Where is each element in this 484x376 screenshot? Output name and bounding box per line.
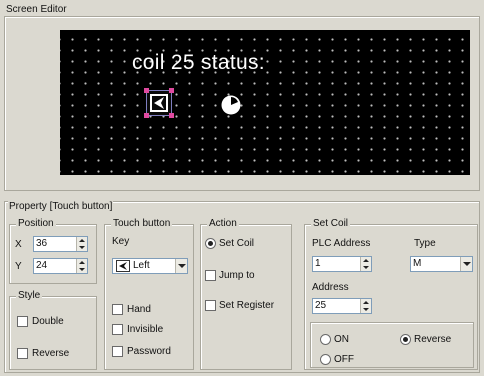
lamp-icon (221, 95, 241, 115)
set-coil-label: Set Coil (219, 238, 255, 249)
reverse-style-checkbox[interactable] (17, 348, 28, 359)
set-coil-legend: Set Coil (311, 218, 351, 230)
hand-label: Hand (127, 304, 151, 315)
hand-checkbox[interactable] (112, 304, 123, 315)
x-stepper[interactable]: 36 (33, 236, 88, 252)
left-arrow-icon (150, 94, 168, 112)
property-title: Property [Touch button] (8, 201, 114, 213)
key-dropdown-button[interactable] (175, 259, 187, 273)
screen-editor-title: Screen Editor (6, 4, 67, 15)
x-label: X (15, 239, 22, 250)
action-legend: Action (207, 218, 239, 230)
style-legend: Style (16, 290, 43, 302)
type-select[interactable]: M (410, 256, 473, 272)
address-value: 25 (315, 300, 327, 311)
position-group: Position (9, 218, 97, 284)
on-radio[interactable] (320, 334, 331, 345)
invisible-checkbox[interactable] (112, 324, 123, 335)
reverse-label: Reverse (414, 334, 452, 345)
lcd-text-item[interactable]: coil 25 status: (132, 50, 265, 76)
jump-to-checkbox[interactable] (205, 270, 216, 281)
y-label: Y (15, 261, 22, 272)
double-label: Double (32, 316, 64, 327)
address-spin-buttons[interactable] (360, 299, 371, 313)
key-label: Key (112, 236, 130, 247)
type-value: M (413, 258, 422, 269)
position-legend: Position (16, 218, 56, 230)
y-stepper[interactable]: 24 (33, 258, 88, 274)
touch-button-legend: Touch button (111, 218, 173, 230)
jump-to-label: Jump to (219, 270, 255, 281)
key-select[interactable]: Left (112, 258, 188, 274)
password-label: Password (127, 346, 171, 357)
y-value: 24 (36, 260, 48, 271)
x-spin-buttons[interactable] (76, 237, 87, 251)
left-arrow-key-icon (116, 260, 130, 272)
plc-address-value: 1 (315, 258, 321, 269)
x-value: 36 (36, 238, 48, 249)
reverse-radio[interactable] (400, 334, 411, 345)
y-spin-buttons[interactable] (76, 259, 87, 273)
address-label: Address (312, 282, 349, 293)
double-checkbox[interactable] (17, 316, 28, 327)
invisible-label: Invisible (127, 324, 164, 335)
touch-button-widget[interactable] (144, 88, 174, 118)
off-label: OFF (334, 354, 354, 365)
lamp-indicator-widget[interactable] (220, 94, 242, 116)
off-radio[interactable] (320, 354, 331, 365)
key-value: Left (133, 260, 150, 271)
resize-handle-tr[interactable] (169, 88, 174, 93)
set-register-checkbox[interactable] (205, 300, 216, 311)
type-label: Type (414, 238, 436, 249)
type-dropdown-button[interactable] (460, 257, 472, 271)
on-label: ON (334, 334, 349, 345)
reverse-style-label: Reverse (32, 348, 70, 359)
set-coil-radio[interactable] (205, 238, 216, 249)
plc-address-label: PLC Address (312, 238, 371, 249)
resize-handle-br[interactable] (169, 113, 174, 118)
plc-address-spin-buttons[interactable] (360, 257, 371, 271)
lcd-canvas[interactable]: coil 25 status: (60, 30, 470, 175)
password-checkbox[interactable] (112, 346, 123, 357)
address-stepper[interactable]: 25 (312, 298, 372, 314)
plc-address-stepper[interactable]: 1 (312, 256, 372, 272)
resize-handle-tl[interactable] (144, 88, 149, 93)
resize-handle-bl[interactable] (144, 113, 149, 118)
set-register-label: Set Register (219, 300, 275, 311)
